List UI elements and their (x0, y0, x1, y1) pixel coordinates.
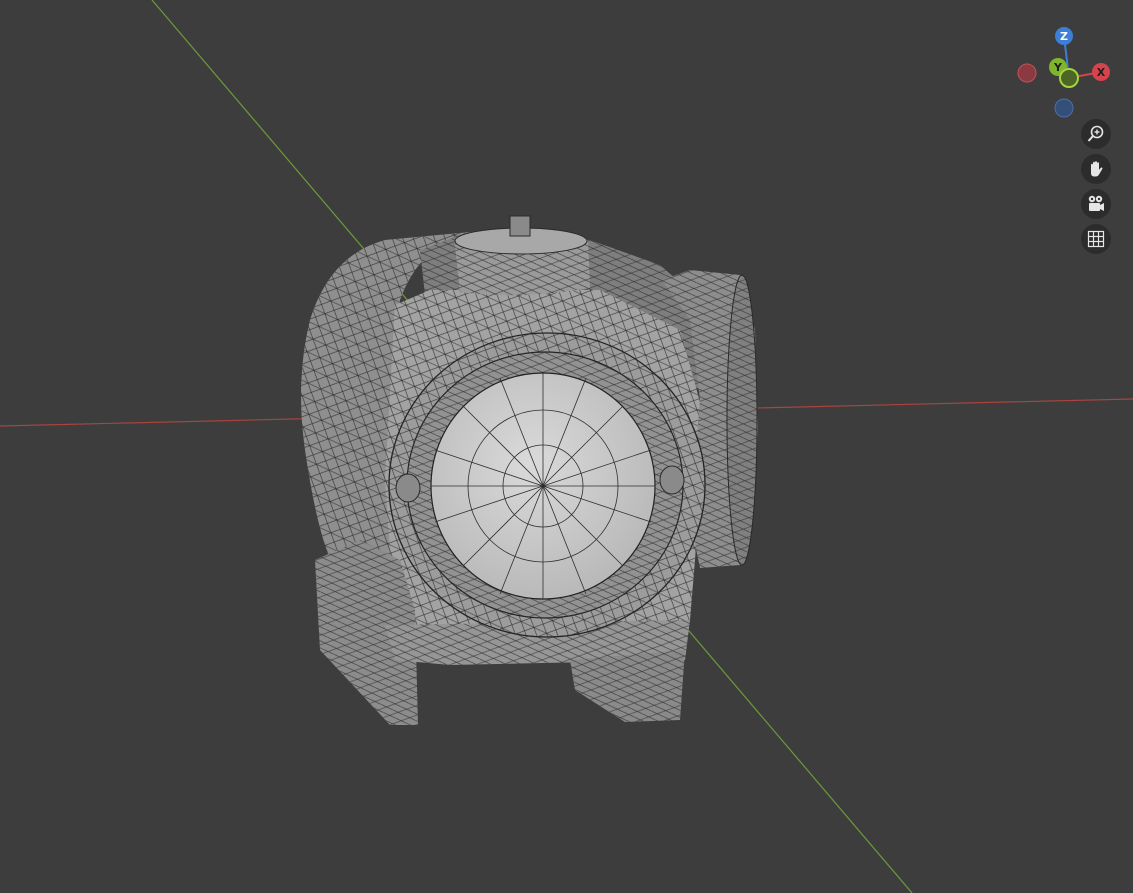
navigation-gizmo[interactable]: Z X Y (1010, 22, 1120, 122)
grid-icon (1087, 230, 1105, 248)
neg-z-axis-handle (1054, 98, 1074, 118)
camera-view-button[interactable] (1081, 189, 1111, 219)
neg-x-axis-handle (1017, 63, 1037, 83)
pan-button[interactable] (1081, 154, 1111, 184)
camera-icon (1088, 195, 1104, 211)
ortho-grid-button[interactable] (1081, 224, 1111, 254)
hand-icon (1091, 161, 1103, 177)
viewport-scene (0, 0, 1133, 893)
zoom-icon (1087, 125, 1104, 142)
3d-viewport[interactable]: Z X Y (0, 0, 1133, 893)
neg-y-axis-handle (1059, 68, 1079, 88)
x-axis-label: X (1097, 66, 1106, 79)
mesh-object (301, 215, 758, 725)
zoom-button[interactable] (1081, 119, 1111, 149)
z-axis-label: Z (1060, 30, 1068, 43)
